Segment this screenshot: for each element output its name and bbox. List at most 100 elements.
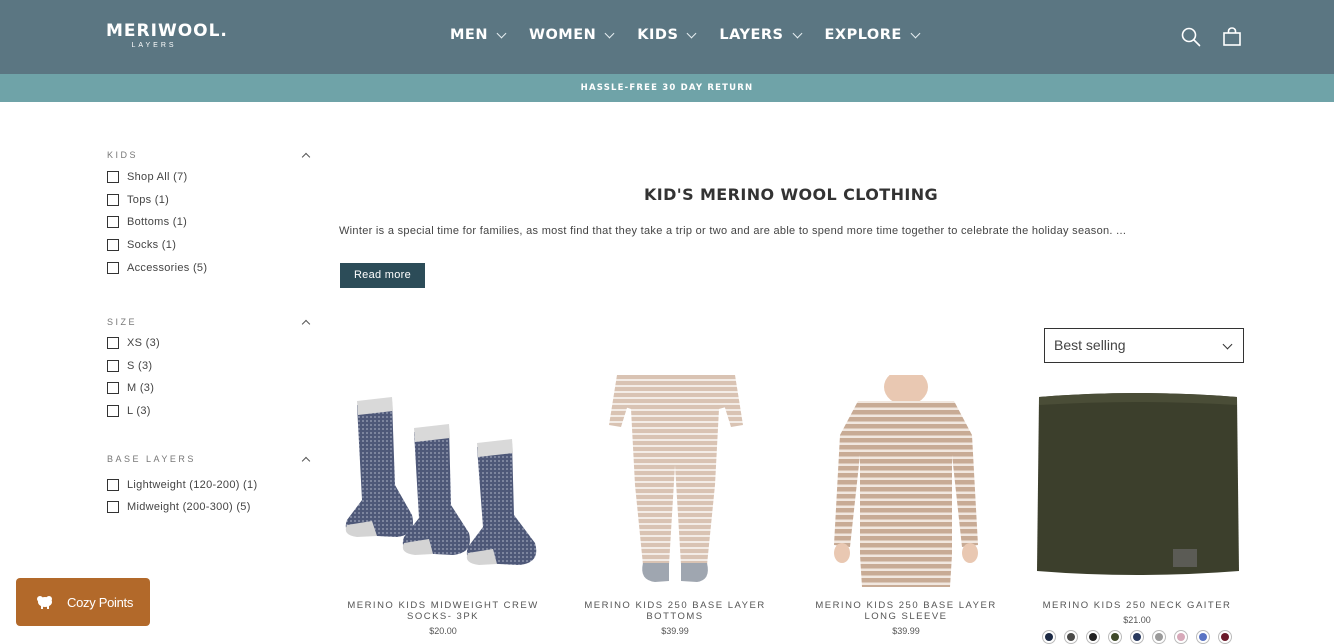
product-name[interactable]: MERINO KIDS MIDWEIGHT CREW SOCKS- 3PK bbox=[337, 600, 549, 622]
sort-select[interactable]: Best selling bbox=[1044, 328, 1244, 363]
filter-title: BASE LAYERS bbox=[107, 454, 196, 465]
filter-toggle-size[interactable]: SIZE bbox=[107, 312, 313, 332]
product-name[interactable]: MERINO KIDS 250 BASE LAYER LONG SLEEVE bbox=[800, 600, 1012, 622]
product-price: $39.99 bbox=[892, 626, 920, 636]
nav-women[interactable]: WOMEN bbox=[528, 27, 615, 43]
announcement-bar: HASSLE-FREE 30 DAY RETURN bbox=[0, 74, 1334, 102]
checkbox[interactable] bbox=[107, 337, 119, 350]
filter-option-label: M (3) bbox=[127, 382, 155, 395]
product-name[interactable]: MERINO KIDS 250 NECK GAITER bbox=[1031, 600, 1243, 611]
checkbox[interactable] bbox=[107, 382, 119, 395]
product-name-line: BOTTOMS bbox=[646, 611, 704, 622]
page-title: KID'S MERINO WOOL CLOTHING bbox=[643, 185, 939, 204]
product-image-bottoms[interactable] bbox=[569, 375, 781, 587]
filter-option-label: Lightweight (120-200) (1) bbox=[127, 478, 258, 491]
filter-toggle-base-layers[interactable]: BASE LAYERS bbox=[107, 449, 313, 469]
product-price: $20.00 bbox=[429, 626, 457, 636]
filter-group-size: SIZE XS (3) S (3) M (3) L (3) bbox=[107, 312, 313, 422]
filter-option-label: Tops (1) bbox=[127, 193, 170, 206]
checkbox[interactable] bbox=[107, 359, 119, 372]
checkbox[interactable] bbox=[107, 193, 119, 206]
product-name[interactable]: MERINO KIDS 250 BASE LAYER BOTTOMS bbox=[569, 600, 781, 622]
product-name-line: MERINO KIDS 250 BASE LAYER bbox=[584, 600, 766, 611]
product-image-neck-gaiter[interactable] bbox=[1031, 375, 1243, 587]
filter-option-s[interactable]: S (3) bbox=[107, 355, 313, 378]
cozy-points-button[interactable]: Cozy Points bbox=[16, 578, 150, 626]
nav-explore-label: EXPLORE bbox=[824, 27, 902, 43]
logo[interactable]: MERIWOOL. LAYERS bbox=[106, 22, 228, 49]
checkbox[interactable] bbox=[107, 261, 119, 274]
product-image-socks[interactable] bbox=[337, 375, 549, 587]
nav-explore[interactable]: EXPLORE bbox=[824, 27, 921, 43]
chevron-down-icon bbox=[496, 28, 507, 38]
nav-layers-label: LAYERS bbox=[719, 27, 784, 43]
filter-option-label: S (3) bbox=[127, 359, 153, 372]
checkbox[interactable] bbox=[107, 216, 119, 229]
filter-option-bottoms[interactable]: Bottoms (1) bbox=[107, 211, 313, 234]
filter-sidebar: KIDS Shop All (7) Tops (1) Bottoms (1) S… bbox=[107, 145, 313, 519]
site-header: MERIWOOL. LAYERS MEN WOMEN KIDS LAYERS E… bbox=[0, 0, 1334, 74]
color-swatch[interactable] bbox=[1130, 630, 1144, 644]
color-swatches bbox=[1031, 630, 1243, 644]
checkbox[interactable] bbox=[107, 171, 119, 184]
product-card[interactable]: MERINO KIDS 250 BASE LAYER LONG SLEEVE $… bbox=[800, 369, 1012, 636]
nav-men-label: MEN bbox=[450, 27, 488, 43]
filter-option-xs[interactable]: XS (3) bbox=[107, 332, 313, 355]
collection-description: Winter is a special time for families, a… bbox=[339, 225, 1127, 237]
filter-group-base-layers: BASE LAYERS Lightweight (120-200) (1) Mi… bbox=[107, 449, 313, 518]
sort-selected-value: Best selling bbox=[1054, 337, 1126, 353]
sheep-icon bbox=[37, 596, 52, 609]
filter-option-midweight[interactable]: Midweight (200-300) (5) bbox=[107, 496, 313, 519]
color-swatch[interactable] bbox=[1152, 630, 1166, 644]
filter-option-accessories[interactable]: Accessories (5) bbox=[107, 256, 313, 279]
chevron-up-icon bbox=[301, 457, 311, 466]
chevron-down-icon bbox=[686, 28, 697, 38]
chevron-down-icon bbox=[1222, 339, 1233, 350]
color-swatch[interactable] bbox=[1196, 630, 1210, 644]
color-swatch[interactable] bbox=[1174, 630, 1188, 644]
chevron-down-icon bbox=[604, 28, 615, 38]
color-swatch[interactable] bbox=[1086, 630, 1100, 644]
nav-kids[interactable]: KIDS bbox=[637, 27, 697, 43]
filter-option-label: XS (3) bbox=[127, 337, 160, 350]
filter-option-tops[interactable]: Tops (1) bbox=[107, 189, 313, 212]
filter-group-kids: KIDS Shop All (7) Tops (1) Bottoms (1) S… bbox=[107, 145, 313, 279]
logo-subtitle: LAYERS bbox=[131, 42, 177, 49]
nav-men[interactable]: MEN bbox=[450, 27, 507, 43]
read-more-button[interactable]: Read more bbox=[340, 263, 425, 288]
filter-option-socks[interactable]: Socks (1) bbox=[107, 234, 313, 257]
filter-option-m[interactable]: M (3) bbox=[107, 377, 313, 400]
product-image-long-sleeve[interactable] bbox=[800, 369, 1012, 587]
product-card[interactable]: MERINO KIDS 250 NECK GAITER $21.00 bbox=[1031, 375, 1243, 644]
logo-wordmark: MERIWOOL. bbox=[106, 21, 228, 41]
filter-toggle-kids[interactable]: KIDS bbox=[107, 145, 313, 165]
filter-option-shop-all[interactable]: Shop All (7) bbox=[107, 166, 313, 189]
filter-option-lightweight[interactable]: Lightweight (120-200) (1) bbox=[107, 473, 313, 496]
filter-option-label: Accessories (5) bbox=[127, 261, 208, 274]
checkbox[interactable] bbox=[107, 239, 119, 252]
chevron-up-icon bbox=[301, 152, 311, 162]
color-swatch[interactable] bbox=[1218, 630, 1232, 644]
product-card[interactable]: MERINO KIDS 250 BASE LAYER BOTTOMS $39.9… bbox=[569, 375, 781, 636]
filter-option-label: Socks (1) bbox=[127, 239, 177, 252]
checkbox[interactable] bbox=[107, 405, 119, 418]
filter-option-label: L (3) bbox=[127, 405, 151, 418]
product-price: $21.00 bbox=[1123, 615, 1151, 625]
product-card[interactable]: MERINO KIDS MIDWEIGHT CREW SOCKS- 3PK $2… bbox=[337, 375, 549, 636]
checkbox[interactable] bbox=[107, 478, 119, 491]
chevron-down-icon bbox=[910, 28, 921, 38]
nav-women-label: WOMEN bbox=[528, 27, 597, 43]
checkbox[interactable] bbox=[107, 501, 119, 514]
nav-layers[interactable]: LAYERS bbox=[719, 27, 802, 43]
filter-option-l[interactable]: L (3) bbox=[107, 400, 313, 423]
filter-title: SIZE bbox=[107, 316, 138, 327]
color-swatch[interactable] bbox=[1064, 630, 1078, 644]
cart-icon[interactable] bbox=[1221, 26, 1243, 48]
search-icon[interactable] bbox=[1180, 26, 1202, 48]
color-swatch[interactable] bbox=[1042, 630, 1056, 644]
color-swatch[interactable] bbox=[1108, 630, 1122, 644]
product-name-line: MERINO KIDS 250 NECK GAITER bbox=[1042, 600, 1232, 611]
main-nav: MEN WOMEN KIDS LAYERS EXPLORE bbox=[450, 27, 943, 43]
chevron-down-icon bbox=[792, 28, 802, 38]
filter-option-label: Bottoms (1) bbox=[127, 216, 188, 229]
